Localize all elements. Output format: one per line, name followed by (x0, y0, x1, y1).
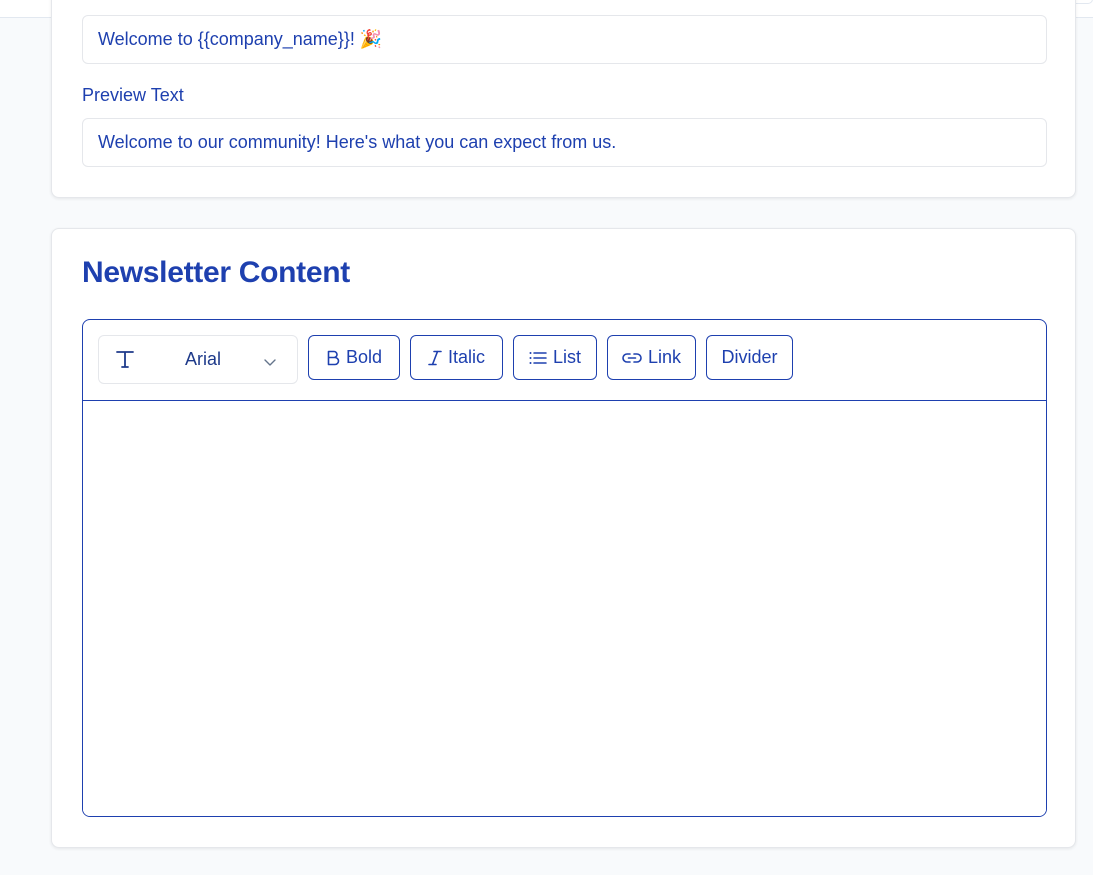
divider-button[interactable]: Divider (706, 335, 793, 380)
font-select-value: Arial (185, 349, 222, 369)
rich-text-editor: Arial Bold Italic List Link Divider (82, 319, 1047, 817)
preview-text-input[interactable]: Welcome to our community! Here's what yo… (82, 118, 1047, 167)
list-button[interactable]: List (513, 335, 597, 380)
editor-content-area[interactable] (83, 401, 1046, 816)
divider-label: Divider (721, 347, 778, 367)
bold-button[interactable]: Bold (308, 335, 400, 380)
chevron-down-icon (263, 354, 277, 366)
text-type-icon (115, 348, 135, 370)
link-button[interactable]: Link (607, 335, 696, 380)
editor-toolbar: Arial Bold Italic List Link Divider (83, 320, 1046, 401)
font-family-select[interactable]: Arial (98, 335, 298, 384)
newsletter-content-card: Newsletter Content Arial Bold Italic Lis… (51, 228, 1076, 848)
list-icon (529, 351, 547, 365)
italic-button[interactable]: Italic (410, 335, 503, 380)
bold-icon (326, 350, 340, 366)
italic-icon (428, 350, 442, 366)
list-label: List (552, 347, 581, 367)
link-label: Link (647, 347, 682, 367)
section-title: Newsletter Content (82, 256, 350, 289)
link-icon (622, 352, 642, 364)
subject-input[interactable]: Welcome to {{company_name}}! 🎉 (82, 15, 1047, 64)
italic-label: Italic (447, 347, 485, 367)
preview-text-label: Preview Text (82, 85, 184, 105)
email-settings-card: Welcome to {{company_name}}! 🎉 Preview T… (51, 0, 1076, 198)
bold-label: Bold (345, 347, 383, 367)
